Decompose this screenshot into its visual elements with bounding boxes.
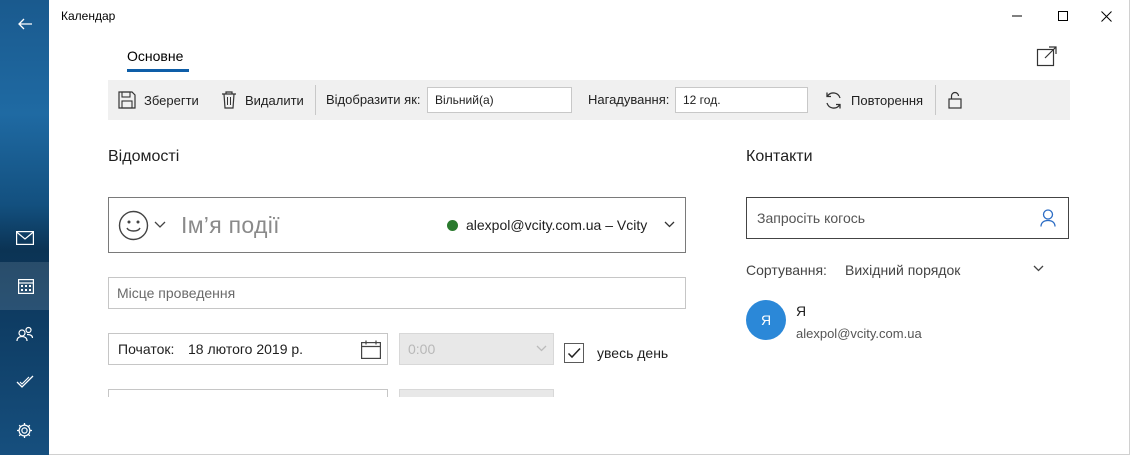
chevron-down-icon[interactable] xyxy=(1033,265,1044,273)
nav-mail[interactable] xyxy=(0,214,49,262)
start-date-value: 18 лютого 2019 р. xyxy=(188,341,304,357)
avatar: Я xyxy=(746,300,786,340)
save-label: Зберегти xyxy=(144,92,199,108)
chevron-down-icon xyxy=(536,345,547,352)
tab-main[interactable]: Основне xyxy=(127,48,183,64)
start-time-value: 0:00 xyxy=(408,341,436,357)
repeat-button[interactable]: Повторення xyxy=(824,80,923,120)
nav-rail xyxy=(0,0,49,455)
start-label: Початок: xyxy=(118,341,175,357)
repeat-icon xyxy=(826,91,841,109)
people-icon xyxy=(15,326,33,342)
popout-icon[interactable] xyxy=(1036,45,1058,67)
invite-input[interactable]: Запросіть когось xyxy=(746,197,1069,239)
reminder-select[interactable]: 12 год. xyxy=(675,87,808,113)
close-button[interactable] xyxy=(1083,0,1129,32)
toolbar-divider xyxy=(935,85,936,115)
delete-button[interactable]: Видалити xyxy=(221,80,304,120)
back-arrow-icon xyxy=(17,18,32,30)
calendar-icon xyxy=(18,279,34,294)
minimize-icon xyxy=(1012,15,1022,17)
invite-placeholder: Запросіть когось xyxy=(757,210,866,226)
close-icon xyxy=(1100,10,1112,22)
calendar-color-dot xyxy=(447,220,458,231)
repeat-label: Повторення xyxy=(851,92,924,108)
location-input[interactable]: Місце проведення xyxy=(108,277,686,309)
settings-icon xyxy=(17,422,32,438)
title-bar: Календар xyxy=(49,0,1130,32)
attendee-name[interactable]: Я xyxy=(796,303,806,319)
chevron-down-icon[interactable] xyxy=(664,221,675,229)
chevron-down-icon[interactable] xyxy=(154,221,166,229)
start-time-select[interactable]: 0:00 xyxy=(399,333,554,365)
trash-icon xyxy=(222,91,236,109)
all-day-checkbox[interactable] xyxy=(564,343,584,363)
private-button[interactable] xyxy=(948,80,970,120)
end-date-field[interactable] xyxy=(108,389,388,397)
delete-label: Видалити xyxy=(245,92,304,108)
save-icon xyxy=(118,91,136,109)
app-title: Календар xyxy=(61,9,116,23)
mail-icon xyxy=(15,231,34,245)
show-as-select[interactable]: Вільний(а) xyxy=(427,87,572,113)
checkmark-icon xyxy=(567,347,581,359)
end-time-select[interactable] xyxy=(399,389,554,397)
all-day-label: увесь день xyxy=(597,345,669,361)
attendee-email: alexpol@vcity.com.ua xyxy=(796,326,922,341)
reminder-label: Нагадування: xyxy=(588,92,670,107)
nav-settings[interactable] xyxy=(0,406,49,454)
tab-active-indicator xyxy=(127,69,189,72)
minimize-button[interactable] xyxy=(994,0,1040,32)
calendar-account-select[interactable]: alexpol@vcity.com.ua – Vcity xyxy=(466,217,647,233)
sort-label: Сортування: xyxy=(746,262,827,278)
calendar-picker-icon[interactable] xyxy=(361,340,381,359)
lock-icon xyxy=(948,91,962,109)
maximize-icon xyxy=(1058,11,1068,21)
details-title: Відомості xyxy=(108,148,180,165)
sort-select[interactable]: Вихідний порядок xyxy=(845,262,960,278)
back-button[interactable] xyxy=(0,0,49,48)
nav-calendar[interactable] xyxy=(0,262,49,310)
tasks-icon xyxy=(16,375,33,388)
toolbar-divider xyxy=(315,85,316,115)
person-icon[interactable] xyxy=(1040,209,1056,227)
start-date-field[interactable]: Початок: 18 лютого 2019 р. xyxy=(108,333,388,365)
contacts-title: Контакти xyxy=(746,148,813,165)
nav-tasks[interactable] xyxy=(0,358,49,406)
toolbar: Зберегти Видалити Відобразити як: Вільни… xyxy=(108,80,1070,120)
save-button[interactable]: Зберегти xyxy=(118,80,199,120)
maximize-button[interactable] xyxy=(1040,0,1086,32)
smiley-icon[interactable] xyxy=(118,210,149,241)
nav-people[interactable] xyxy=(0,310,49,358)
event-name-input[interactable]: Ім’я події xyxy=(181,212,280,239)
event-name-box: Ім’я події alexpol@vcity.com.ua – Vcity xyxy=(108,197,686,253)
show-as-label: Відобразити як: xyxy=(326,92,421,107)
